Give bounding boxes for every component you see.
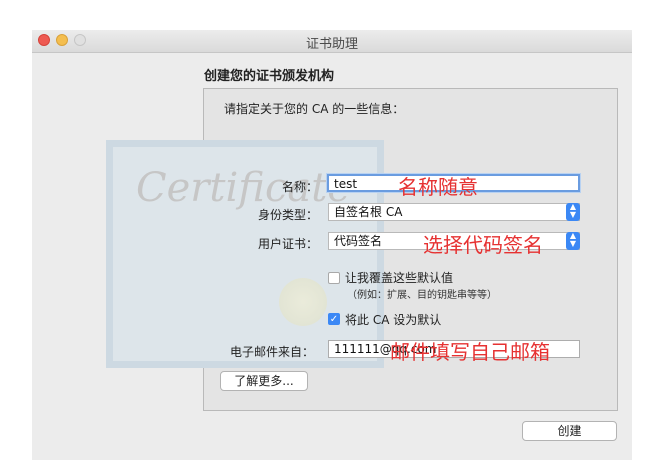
email-from-label: 电子邮件来自： [229, 345, 314, 359]
title-bar: 证书助理 [32, 30, 632, 53]
create-button[interactable]: 创建 [522, 421, 617, 441]
email-annotation: 邮件填写自己邮箱 [390, 340, 550, 364]
make-default-ca-checkbox[interactable]: ✓ [328, 313, 340, 325]
certificate-type-annotation: 选择代码签名 [423, 233, 543, 257]
override-defaults-checkbox[interactable] [328, 272, 340, 284]
intro-text: 请指定关于您的 CA 的一些信息： [224, 102, 405, 116]
identity-type-value: 自签名根 CA [334, 205, 403, 219]
select-stepper-icon: ▲ ▼ [566, 203, 580, 221]
identity-type-select[interactable]: 自签名根 CA ▲ ▼ [328, 203, 580, 221]
user-certificate-label: 用户证书： [257, 237, 318, 251]
select-stepper-icon: ▲ ▼ [566, 232, 580, 250]
name-input-value: test [334, 177, 358, 191]
identity-type-label: 身份类型： [257, 208, 318, 222]
learn-more-button[interactable]: 了解更多... [220, 371, 308, 391]
override-defaults-label: 让我覆盖这些默认值 [345, 271, 454, 285]
make-default-ca-label: 将此 CA 设为默认 [345, 313, 442, 327]
name-annotation: 名称随意 [398, 175, 478, 199]
override-defaults-hint: （例如：扩展、目的钥匙串等等） [347, 290, 497, 301]
certificate-assistant-window: 证书助理 创建您的证书颁发机构 Certificate 请指定关于您的 CA 的… [32, 30, 632, 460]
certificate-seal-icon [279, 278, 327, 326]
page-heading: 创建您的证书颁发机构 [204, 69, 335, 84]
name-label: 名称： [281, 180, 318, 194]
user-certificate-value: 代码签名 [334, 234, 383, 248]
window-title: 证书助理 [305, 37, 358, 52]
